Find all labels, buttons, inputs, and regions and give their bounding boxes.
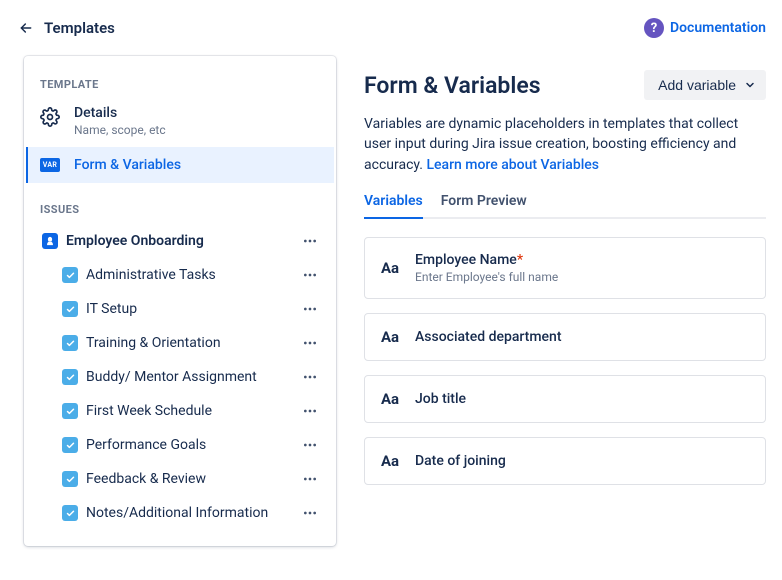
issue-child[interactable]: First Week Schedule — [34, 394, 326, 428]
learn-more-link[interactable]: Learn more about Variables — [426, 157, 599, 173]
sidebar: TEMPLATE Details Name, scope, etc VAR Fo… — [24, 56, 336, 546]
more-actions-button[interactable] — [298, 297, 322, 321]
required-indicator: * — [517, 252, 523, 268]
documentation-label: Documentation — [670, 20, 766, 36]
task-icon — [62, 505, 78, 521]
variable-label: Employee Name — [415, 252, 517, 268]
add-variable-label: Add variable — [658, 77, 736, 93]
epic-icon — [42, 233, 58, 249]
task-icon — [62, 267, 78, 283]
more-horizontal-icon — [302, 369, 318, 385]
more-actions-button[interactable] — [298, 263, 322, 287]
task-icon — [62, 403, 78, 419]
issue-child-label: Training & Orientation — [86, 335, 221, 351]
arrow-left-icon — [18, 20, 34, 36]
more-horizontal-icon — [302, 267, 318, 283]
variable-card[interactable]: Aa Job title — [364, 375, 766, 423]
sidebar-details-title: Details — [74, 105, 166, 121]
text-type-icon: Aa — [379, 452, 401, 470]
task-icon — [62, 471, 78, 487]
issue-child-label: First Week Schedule — [86, 403, 212, 419]
tabs: Variables Form Preview — [364, 193, 766, 219]
more-horizontal-icon — [302, 471, 318, 487]
issue-child-label: Buddy/ Mentor Assignment — [86, 369, 257, 385]
sidebar-section-issues: ISSUES — [26, 197, 334, 224]
sidebar-section-template: TEMPLATE — [26, 72, 334, 99]
task-icon — [62, 437, 78, 453]
more-actions-button[interactable] — [298, 331, 322, 355]
help-icon: ? — [644, 18, 664, 38]
variable-badge-icon: VAR — [40, 158, 60, 172]
text-type-icon: Aa — [379, 328, 401, 346]
issue-child-label: Feedback & Review — [86, 471, 206, 487]
more-horizontal-icon — [302, 233, 318, 249]
sidebar-form-variables-label: Form & Variables — [74, 157, 181, 173]
variable-hint: Enter Employee's full name — [415, 270, 558, 284]
variable-card[interactable]: Aa Employee Name* Enter Employee's full … — [364, 237, 766, 299]
issue-child-label: Administrative Tasks — [86, 267, 216, 283]
more-horizontal-icon — [302, 437, 318, 453]
page-title: Templates — [44, 19, 115, 37]
issue-child-label: IT Setup — [86, 301, 137, 317]
documentation-link[interactable]: ? Documentation — [644, 18, 766, 38]
chevron-down-icon — [744, 79, 756, 91]
variable-label: Associated department — [415, 329, 562, 345]
issue-child[interactable]: Notes/Additional Information — [34, 496, 326, 530]
issue-child[interactable]: IT Setup — [34, 292, 326, 326]
text-type-icon: Aa — [379, 259, 401, 277]
task-icon — [62, 301, 78, 317]
more-actions-button[interactable] — [298, 399, 322, 423]
tab-variables[interactable]: Variables — [364, 193, 423, 219]
issue-child[interactable]: Training & Orientation — [34, 326, 326, 360]
task-icon — [62, 335, 78, 351]
variable-card[interactable]: Aa Date of joining — [364, 437, 766, 485]
issue-child[interactable]: Performance Goals — [34, 428, 326, 462]
variable-label: Date of joining — [415, 453, 506, 469]
more-actions-button[interactable] — [298, 229, 322, 253]
more-horizontal-icon — [302, 505, 318, 521]
issue-child-label: Performance Goals — [86, 437, 206, 453]
tab-form-preview[interactable]: Form Preview — [441, 193, 527, 219]
main-title: Form & Variables — [364, 72, 541, 99]
description: Variables are dynamic placeholders in te… — [364, 114, 766, 175]
variable-label: Job title — [415, 391, 466, 407]
issue-parent-label: Employee Onboarding — [66, 233, 204, 249]
add-variable-button[interactable]: Add variable — [644, 70, 766, 100]
text-type-icon: Aa — [379, 390, 401, 408]
back-button[interactable]: Templates — [18, 19, 115, 37]
more-horizontal-icon — [302, 403, 318, 419]
issue-child[interactable]: Administrative Tasks — [34, 258, 326, 292]
more-actions-button[interactable] — [298, 365, 322, 389]
variable-card[interactable]: Aa Associated department — [364, 313, 766, 361]
sidebar-item-form-variables[interactable]: VAR Form & Variables — [26, 147, 334, 183]
more-horizontal-icon — [302, 301, 318, 317]
issue-child[interactable]: Feedback & Review — [34, 462, 326, 496]
more-horizontal-icon — [302, 335, 318, 351]
more-actions-button[interactable] — [298, 433, 322, 457]
issue-child-label: Notes/Additional Information — [86, 505, 268, 521]
issue-parent[interactable]: Employee Onboarding — [34, 224, 326, 258]
sidebar-item-details[interactable]: Details Name, scope, etc — [26, 99, 334, 147]
issue-child[interactable]: Buddy/ Mentor Assignment — [34, 360, 326, 394]
more-actions-button[interactable] — [298, 501, 322, 525]
task-icon — [62, 369, 78, 385]
main-content: Form & Variables Add variable Variables … — [364, 56, 766, 546]
gear-icon — [40, 107, 60, 127]
more-actions-button[interactable] — [298, 467, 322, 491]
sidebar-details-subtitle: Name, scope, etc — [74, 123, 166, 137]
